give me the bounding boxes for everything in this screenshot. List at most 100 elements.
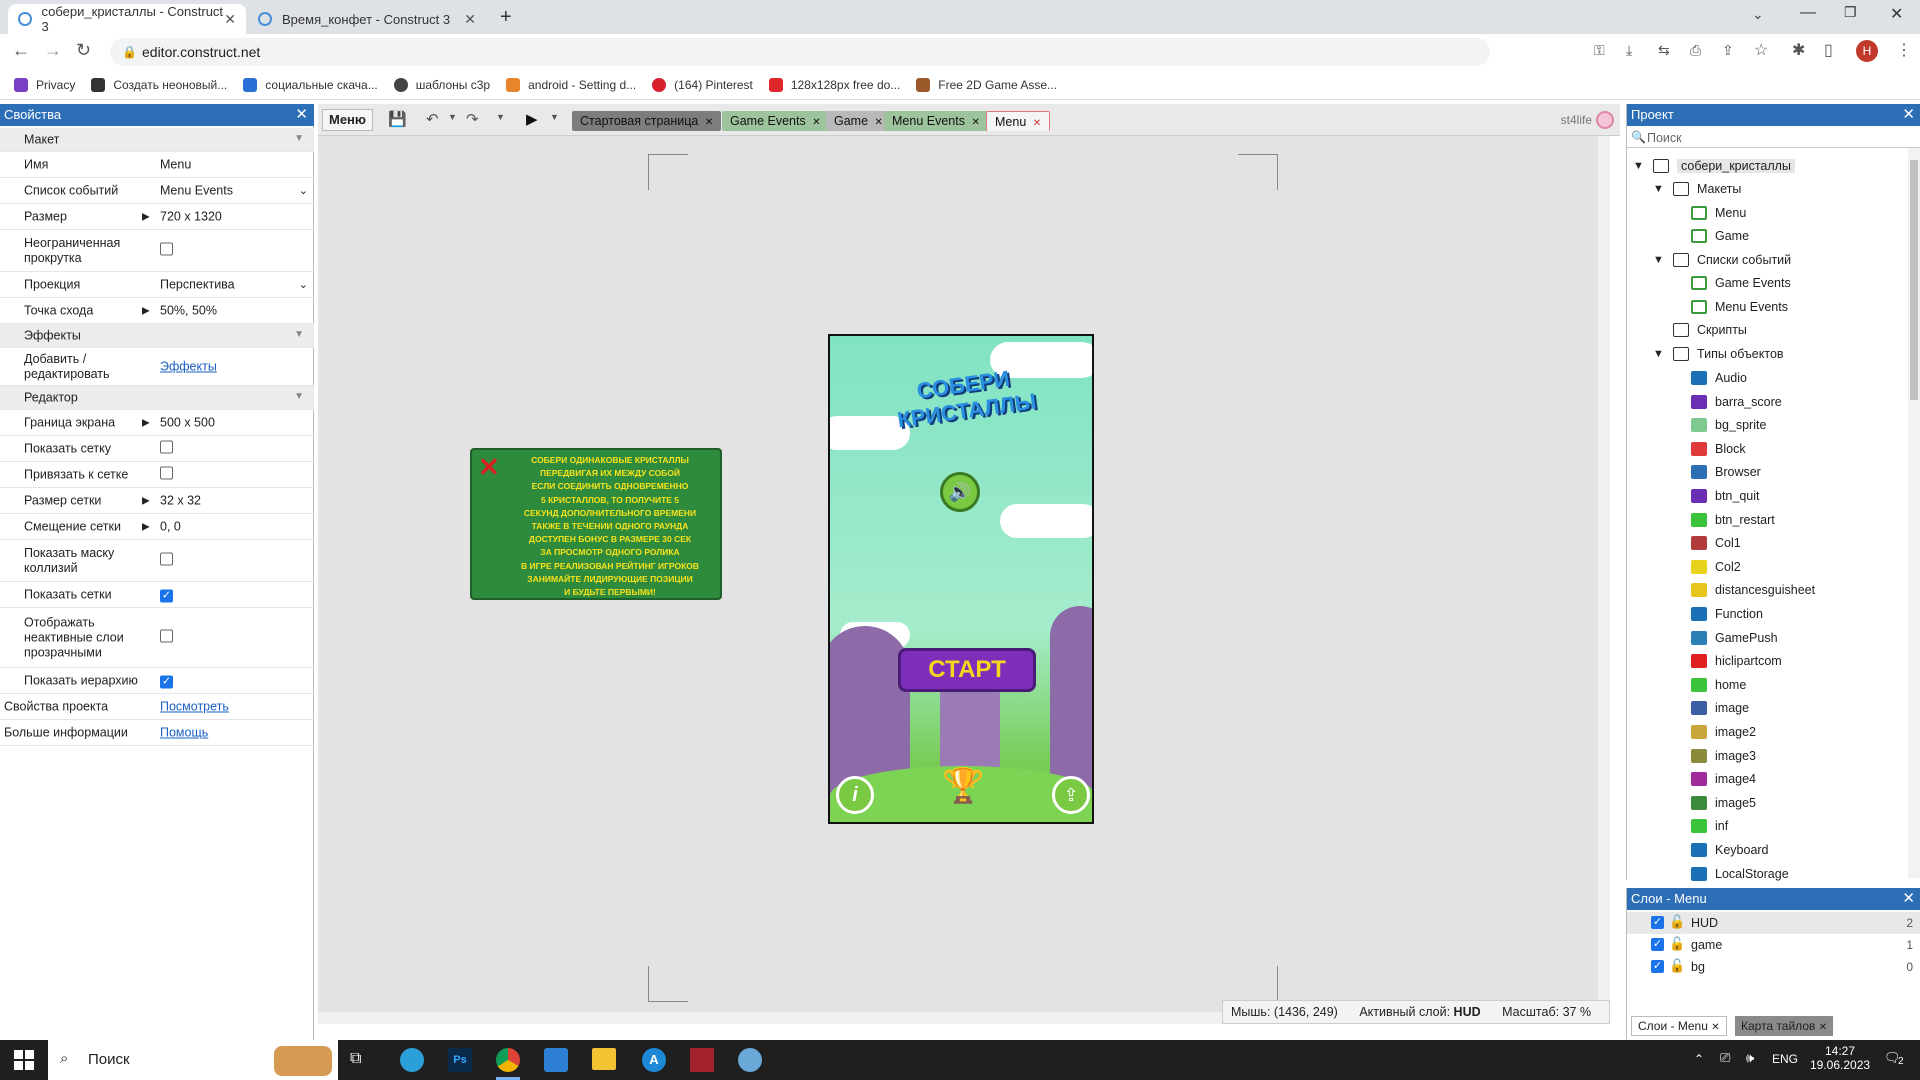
store-icon[interactable]: A bbox=[642, 1048, 666, 1072]
start-button[interactable]: СТАРТ bbox=[898, 648, 1036, 692]
tree-folder-layouts[interactable]: ▼ Макеты bbox=[1653, 179, 1741, 199]
show-grid-checkbox[interactable] bbox=[160, 440, 173, 453]
prop-name[interactable]: Имя Menu bbox=[0, 152, 314, 178]
close-icon[interactable]: ✕ bbox=[1819, 1022, 1827, 1033]
app-icon[interactable] bbox=[738, 1048, 762, 1072]
prop-inactive-layers[interactable]: Отображать неактивные слои прозрачными bbox=[0, 608, 314, 668]
prop-unbounded-scroll[interactable]: Неограниченная прокрутка bbox=[0, 230, 314, 272]
prop-value[interactable]: 500 x 500 bbox=[160, 415, 215, 430]
tree-item-layout[interactable]: Game bbox=[1691, 226, 1749, 246]
view-link[interactable]: Посмотреть bbox=[160, 699, 229, 714]
layer-visible-checkbox[interactable]: ✓ bbox=[1651, 960, 1664, 973]
close-panel-icon[interactable]: ✕ bbox=[295, 104, 308, 126]
tree-item-object-type[interactable]: Browser bbox=[1691, 462, 1761, 482]
prop-collision-mask[interactable]: Показать маску коллизий bbox=[0, 540, 314, 582]
share-button[interactable]: ⇪ bbox=[1052, 776, 1090, 814]
collision-mask-checkbox[interactable] bbox=[160, 552, 173, 565]
tab-tilemap[interactable]: Карта тайлов ✕ bbox=[1735, 1016, 1834, 1036]
minimize-icon[interactable]: — bbox=[1800, 4, 1816, 22]
tab-game[interactable]: Game ✕ bbox=[826, 111, 891, 131]
main-menu-button[interactable]: Меню bbox=[322, 109, 374, 131]
user-avatar[interactable] bbox=[1596, 111, 1614, 129]
tab-search-icon[interactable]: ⌄ bbox=[1752, 6, 1764, 23]
prop-projection[interactable]: Проекция Перспектива ⌄ bbox=[0, 272, 314, 298]
prop-event-sheet[interactable]: Список событий Menu Events ⌄ bbox=[0, 178, 314, 204]
collapse-icon[interactable]: ▼ bbox=[294, 391, 304, 402]
close-x-icon[interactable]: ✕ bbox=[478, 452, 500, 483]
close-tab-icon[interactable]: ✕ bbox=[224, 11, 236, 28]
username[interactable]: st4life bbox=[1561, 113, 1592, 127]
tree-item-object-type[interactable]: home bbox=[1691, 675, 1746, 695]
sound-button[interactable]: 🔊 bbox=[940, 472, 980, 512]
undo-icon[interactable]: ↶ bbox=[426, 110, 439, 128]
close-icon[interactable]: ✕ bbox=[812, 117, 820, 128]
lock-icon[interactable]: 🔓 bbox=[1669, 914, 1685, 930]
chevron-down-icon[interactable]: ▼ bbox=[496, 112, 505, 122]
bookmark-item[interactable]: 128x128px free do... bbox=[768, 77, 900, 92]
chevron-down-icon[interactable]: ▼ bbox=[550, 112, 559, 122]
tree-item-object-type[interactable]: image bbox=[1691, 698, 1749, 718]
project-search[interactable]: 🔍 Поиск bbox=[1627, 128, 1920, 148]
key-icon[interactable]: ⚿ bbox=[1594, 42, 1605, 59]
taskbar-search[interactable]: ⌕ Поиск bbox=[48, 1040, 338, 1080]
prop-project-properties[interactable]: Свойства проекта Посмотреть bbox=[0, 694, 314, 720]
winrar-icon[interactable] bbox=[690, 1048, 714, 1072]
tree-item-object-type[interactable]: btn_quit bbox=[1691, 486, 1759, 506]
tree-item-object-type[interactable]: inf bbox=[1691, 816, 1728, 836]
tree-item-object-type[interactable]: image4 bbox=[1691, 769, 1756, 789]
close-icon[interactable]: ✕ bbox=[705, 117, 713, 128]
prop-value[interactable]: Menu bbox=[160, 157, 191, 172]
lock-icon[interactable]: 🔓 bbox=[1669, 936, 1685, 952]
prop-show-grid[interactable]: Показать сетку bbox=[0, 436, 314, 462]
tree-item-object-type[interactable]: image2 bbox=[1691, 722, 1756, 742]
forward-icon[interactable]: → bbox=[44, 40, 62, 61]
edge-icon[interactable] bbox=[400, 1048, 424, 1072]
tab-menu-events[interactable]: Menu Events ✕ bbox=[884, 111, 988, 131]
file-explorer-icon[interactable] bbox=[592, 1048, 616, 1070]
close-icon[interactable]: ✕ bbox=[1033, 118, 1041, 129]
tree-item-object-type[interactable]: Col1 bbox=[1691, 533, 1741, 553]
new-tab-button[interactable]: + bbox=[500, 6, 512, 29]
scrollbar-thumb[interactable] bbox=[1910, 160, 1918, 400]
info-button[interactable]: i bbox=[836, 776, 874, 814]
back-icon[interactable]: ← bbox=[12, 40, 30, 61]
inactive-layers-checkbox[interactable] bbox=[160, 629, 173, 642]
info-popup-sprite[interactable]: ✕ СОБЕРИ ОДИНАКОВЫЕ КРИСТАЛЛЫ ПЕРЕДВИГАЯ… bbox=[470, 448, 722, 600]
translate-icon[interactable]: ⇆ bbox=[1658, 42, 1670, 59]
collapse-icon[interactable]: ▼ bbox=[294, 329, 304, 340]
prop-grid-size[interactable]: Размер сетки ▶ 32 x 32 bbox=[0, 488, 314, 514]
menu-dots-icon[interactable]: ⋮ bbox=[1896, 40, 1912, 60]
bookmark-item[interactable]: Создать неоновый... bbox=[91, 77, 227, 92]
trophy-button[interactable]: 🏆 bbox=[942, 766, 984, 814]
tree-item-event-sheet[interactable]: Game Events bbox=[1691, 273, 1791, 293]
tree-folder-scripts[interactable]: Скрипты bbox=[1673, 320, 1747, 340]
tree-item-object-type[interactable]: distancesguisheet bbox=[1691, 580, 1815, 600]
prop-hierarchy[interactable]: Показать иерархию ✓ bbox=[0, 668, 314, 694]
prop-value[interactable]: 0, 0 bbox=[160, 519, 181, 534]
bookmark-item[interactable]: (164) Pinterest bbox=[652, 77, 753, 92]
expand-icon[interactable]: ▶ bbox=[142, 305, 150, 316]
network-icon[interactable]: ⎚ bbox=[1720, 1050, 1730, 1066]
section-layout[interactable]: Макет ▼ bbox=[0, 128, 314, 152]
url-field[interactable]: 🔒 editor.construct.net bbox=[110, 38, 1490, 66]
tab-layers[interactable]: Слои - Menu ✕ bbox=[1631, 1016, 1727, 1036]
app-icon[interactable] bbox=[544, 1048, 568, 1072]
tree-item-layout[interactable]: Menu bbox=[1691, 203, 1746, 223]
vertical-scrollbar[interactable] bbox=[1598, 136, 1610, 1024]
prop-snap-grid[interactable]: Привязать к сетке bbox=[0, 462, 314, 488]
layer-visible-checkbox[interactable]: ✓ bbox=[1651, 938, 1664, 951]
reload-icon[interactable]: ↻ bbox=[76, 40, 91, 61]
tree-item-object-type[interactable]: image5 bbox=[1691, 793, 1756, 813]
browser-tab[interactable]: Время_конфет - Construct 3 ✕ bbox=[248, 4, 486, 34]
prop-grid-offset[interactable]: Смещение сетки ▶ 0, 0 bbox=[0, 514, 314, 540]
install-icon[interactable]: ⤓ bbox=[1626, 42, 1632, 59]
tree-item-object-type[interactable]: image3 bbox=[1691, 746, 1756, 766]
close-panel-icon[interactable]: ✕ bbox=[1902, 104, 1915, 126]
chevron-down-icon[interactable]: ▼ bbox=[448, 112, 457, 122]
unbounded-scroll-checkbox[interactable] bbox=[160, 242, 173, 255]
tree-folder-object-types[interactable]: ▼ Типы объектов bbox=[1653, 344, 1784, 364]
chevron-down-icon[interactable]: ⌄ bbox=[299, 278, 308, 291]
tree-item-object-type[interactable]: btn_restart bbox=[1691, 510, 1775, 530]
tree-item-object-type[interactable]: Col2 bbox=[1691, 557, 1741, 577]
bookmark-item[interactable]: социальные скача... bbox=[243, 77, 378, 92]
